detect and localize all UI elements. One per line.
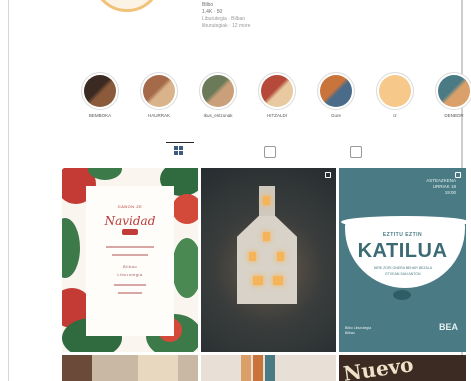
highlight-ring xyxy=(376,72,414,110)
lit-window xyxy=(273,276,283,285)
active-tab-indicator xyxy=(166,142,194,143)
carousel-icon xyxy=(325,172,331,178)
lit-window xyxy=(253,276,263,285)
post-thumbnail-navidad[interactable]: GABON ZE Navidad Bilbao Liburutegia xyxy=(62,168,198,352)
profile-tabs xyxy=(62,142,462,166)
invitation-line-1: Bilbao xyxy=(122,264,138,269)
profile-name: Bilbo xyxy=(202,2,214,8)
frame-left-border xyxy=(8,0,9,381)
lit-window xyxy=(249,252,256,261)
post-word: Nuevo xyxy=(341,355,415,381)
invitation-kicker: GABON ZE xyxy=(117,204,143,209)
tagged-icon[interactable] xyxy=(350,146,362,158)
post-thumbnail-4[interactable] xyxy=(62,355,198,381)
highlight-cover-image xyxy=(84,75,116,107)
grid-icon[interactable] xyxy=(174,146,186,158)
event-info: ASTEAZKENA URRIAK 18 19:00 xyxy=(426,178,456,195)
text-line xyxy=(106,246,154,248)
event-title: KATILUA xyxy=(357,240,448,262)
highlight-label: Iz xyxy=(393,113,397,118)
event-description-1: NIRE ZORI ONERA BEHAR BEZALA xyxy=(373,266,433,270)
highlight-label: Gure xyxy=(330,113,341,118)
highlight-label: Ikus_entzunak xyxy=(203,113,233,118)
post-thumbnail-katilua[interactable]: ASTEAZKENA URRIAK 18 19:00 EZTITU EZTIN … xyxy=(339,168,466,352)
leaf-decoration xyxy=(62,218,80,278)
photo-stripe xyxy=(253,355,263,381)
flower-decoration xyxy=(172,194,198,224)
bowl-stamp xyxy=(393,290,411,300)
highlight-label: HITZALDI xyxy=(266,113,287,118)
followed-by[interactable]: liburutegiak · 12 more xyxy=(202,23,250,30)
highlight-cover-image xyxy=(320,75,352,107)
highlight-label: DENBOR xyxy=(444,113,464,118)
posts-grid: GABON ZE Navidad Bilbao Liburutegia ASTE… xyxy=(62,168,466,381)
photo-stripe xyxy=(241,355,251,381)
post-thumbnail-house[interactable] xyxy=(201,168,336,352)
highlight-ring xyxy=(317,72,355,110)
lit-window xyxy=(263,196,270,205)
profile-bio: Liburutegia · Bilbao xyxy=(202,16,246,22)
profile-stats: 1.4K · 50 xyxy=(202,9,223,15)
highlight-label: BEMBOKA xyxy=(88,113,112,118)
library-logo: BEA xyxy=(438,322,458,332)
highlight-ring xyxy=(258,72,296,110)
event-footer: Bilbo Liburutegia Bilbao xyxy=(345,326,372,335)
text-line xyxy=(118,292,142,294)
leaf-decoration xyxy=(172,238,198,298)
text-line xyxy=(112,254,148,256)
profile-info: Bilbo 1.4K · 50 Liburutegia · Bilbao lib… xyxy=(202,2,250,30)
profile-avatar[interactable] xyxy=(92,0,162,12)
story-highlights: BEMBOKA HAURRAK Ikus_entzunak HITZALDI Gure I… xyxy=(78,72,471,122)
highlight-cover-image xyxy=(379,75,411,107)
highlight-label: HAURRAK xyxy=(147,113,170,118)
highlight-cover-image xyxy=(438,75,470,107)
photo-stripe xyxy=(62,355,92,381)
highlight-item[interactable]: Ikus_entzunak xyxy=(196,72,240,118)
highlight-item[interactable]: BEMBOKA xyxy=(78,72,122,118)
lit-window xyxy=(263,232,270,241)
post-thumbnail-6[interactable]: Nuevo xyxy=(339,355,466,381)
event-subtitle: EZTITU EZTIN xyxy=(382,232,423,238)
text-line xyxy=(114,284,146,286)
highlight-ring xyxy=(140,72,178,110)
highlight-item[interactable]: Gure xyxy=(314,72,358,118)
event-description-2: ETXEAN SAN ANTON xyxy=(385,272,421,276)
highlight-item[interactable]: HITZALDI xyxy=(255,72,299,118)
highlight-cover-image xyxy=(261,75,293,107)
photo-stripe xyxy=(265,355,275,381)
highlight-ring xyxy=(435,72,471,110)
highlight-item[interactable]: HAURRAK xyxy=(137,72,181,118)
highlight-item[interactable]: Iz xyxy=(373,72,417,118)
photo-stripe xyxy=(138,355,178,381)
post-thumbnail-5[interactable] xyxy=(201,355,336,381)
invitation-line-2: Liburutegia xyxy=(117,272,143,277)
reels-icon[interactable] xyxy=(264,146,276,158)
bowl-rim xyxy=(341,216,466,228)
highlight-ring xyxy=(81,72,119,110)
highlight-item[interactable]: DENBOR xyxy=(432,72,471,118)
invitation-title: Navidad xyxy=(104,214,156,228)
highlight-cover-image xyxy=(143,75,175,107)
highlight-ring xyxy=(199,72,237,110)
highlight-cover-image xyxy=(202,75,234,107)
lit-window xyxy=(277,252,284,261)
invitation-badge xyxy=(122,229,138,235)
